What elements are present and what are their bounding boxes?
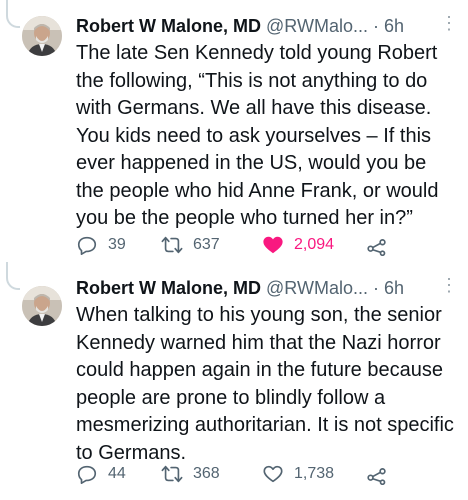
- heart-icon: [263, 465, 283, 483]
- reply-icon: [77, 236, 97, 255]
- retweet-button[interactable]: 637: [161, 232, 220, 258]
- avatar[interactable]: [22, 16, 62, 56]
- tweet-actions: 39 637 2,094: [76, 232, 448, 258]
- tweet-actions: 44 368 1,738: [76, 461, 448, 487]
- retweet-icon: [161, 236, 183, 254]
- reply-button[interactable]: 44: [76, 461, 126, 487]
- heart-filled-icon: [263, 236, 283, 254]
- retweet-count: 637: [193, 236, 220, 253]
- reply-button[interactable]: 39: [76, 232, 126, 258]
- share-icon: [367, 239, 386, 256]
- separator: ·: [372, 16, 379, 36]
- separator: ·: [372, 278, 379, 298]
- tweet-text: When talking to his young son, the senio…: [76, 304, 454, 464]
- avatar[interactable]: [22, 286, 62, 326]
- avatar-image-icon: [22, 16, 62, 56]
- like-count: 2,094: [294, 236, 335, 253]
- author-name[interactable]: Robert W Malone, MD: [76, 278, 261, 298]
- author-name[interactable]: Robert W Malone, MD: [76, 16, 261, 36]
- share-icon: [367, 468, 386, 485]
- tweet[interactable]: Robert W Malone, MD @RWMalo... · 6h ⋮ Wh…: [0, 270, 468, 500]
- avatar-image-icon: [22, 286, 62, 326]
- like-count: 1,738: [294, 465, 335, 482]
- reply-count: 39: [108, 236, 126, 253]
- like-button[interactable]: 1,738: [262, 461, 334, 487]
- tweet[interactable]: Robert W Malone, MD @RWMalo... · 6h ⋮ Th…: [0, 0, 468, 270]
- like-button[interactable]: 2,094: [262, 232, 334, 258]
- tweet-header: Robert W Malone, MD @RWMalo... · 6h ⋮: [76, 14, 458, 38]
- tweet-content: Robert W Malone, MD @RWMalo... · 6h ⋮ Wh…: [76, 276, 458, 467]
- share-button[interactable]: [366, 232, 398, 258]
- more-options-icon[interactable]: ⋮: [440, 14, 458, 32]
- tweet-text: The late Sen Kennedy told young Robert t…: [76, 42, 439, 229]
- author-handle[interactable]: @RWMalo...: [266, 16, 368, 36]
- retweet-button[interactable]: 368: [161, 461, 220, 487]
- retweet-count: 368: [193, 465, 220, 482]
- more-options-icon[interactable]: ⋮: [440, 276, 458, 294]
- timestamp[interactable]: 6h: [384, 278, 404, 298]
- timestamp[interactable]: 6h: [384, 16, 404, 36]
- retweet-icon: [161, 465, 183, 483]
- tweet-content: Robert W Malone, MD @RWMalo... · 6h ⋮ Th…: [76, 14, 458, 233]
- share-button[interactable]: [366, 461, 398, 487]
- tweet-header: Robert W Malone, MD @RWMalo... · 6h ⋮: [76, 276, 458, 300]
- author-handle[interactable]: @RWMalo...: [266, 278, 368, 298]
- reply-count: 44: [108, 465, 126, 482]
- reply-icon: [77, 465, 97, 484]
